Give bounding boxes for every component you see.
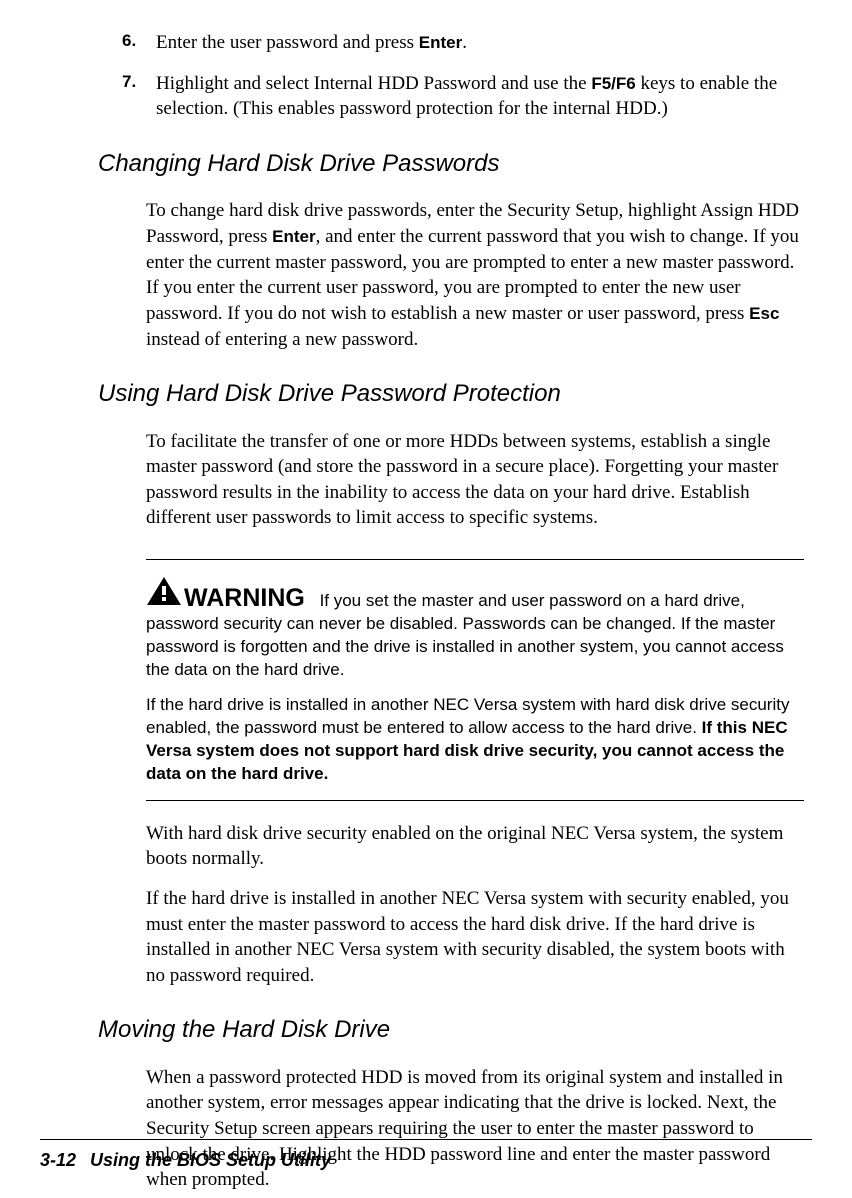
text: instead of entering a new password.: [146, 329, 418, 350]
key-enter: Enter: [272, 227, 315, 246]
list-number: 7.: [122, 71, 156, 122]
page-footer: 3-12 Using the BIOS Setup Utility: [40, 1139, 812, 1172]
key-f5f6: F5/F6: [591, 74, 635, 93]
warning-label: WARNING: [184, 582, 305, 616]
list-text: Enter the user password and press Enter.: [156, 30, 804, 56]
page-content: 6. Enter the user password and press Ent…: [40, 30, 812, 1193]
heading-moving: Moving the Hard Disk Drive: [98, 1014, 804, 1046]
warning-header: WARNING: [146, 576, 305, 613]
paragraph-using-2: With hard disk drive security enabled on…: [98, 821, 804, 872]
heading-using: Using Hard Disk Drive Password Protectio…: [98, 378, 804, 410]
paragraph-using-1: To facilitate the transfer of one or mor…: [98, 429, 804, 532]
list-item-6: 6. Enter the user password and press Ent…: [98, 30, 804, 56]
list-number: 6.: [122, 30, 156, 56]
warning-triangle-icon: [146, 576, 182, 613]
paragraph-moving-1: When a password protected HDD is moved f…: [98, 1065, 804, 1193]
list-text: Highlight and select Internal HDD Passwo…: [156, 71, 804, 122]
warning-para-1: WARNING If you set the master and user p…: [146, 576, 804, 682]
text: Enter the user password and press: [156, 32, 419, 53]
paragraph-using-3: If the hard drive is installed in anothe…: [98, 886, 804, 989]
text: Highlight and select Internal HDD Passwo…: [156, 73, 591, 94]
text: .: [462, 32, 467, 53]
warning-box: WARNING If you set the master and user p…: [146, 559, 804, 801]
warning-text: If the hard drive is installed in anothe…: [146, 695, 789, 737]
list-item-7: 7. Highlight and select Internal HDD Pas…: [98, 71, 804, 122]
warning-para-2: If the hard drive is installed in anothe…: [146, 694, 804, 786]
key-esc: Esc: [749, 304, 779, 323]
footer-title: Using the BIOS Setup Utility: [90, 1150, 331, 1170]
paragraph-changing: To change hard disk drive passwords, ent…: [98, 198, 804, 352]
page-number: 3-12: [40, 1150, 76, 1170]
key-enter: Enter: [419, 33, 462, 52]
heading-changing: Changing Hard Disk Drive Passwords: [98, 148, 804, 180]
